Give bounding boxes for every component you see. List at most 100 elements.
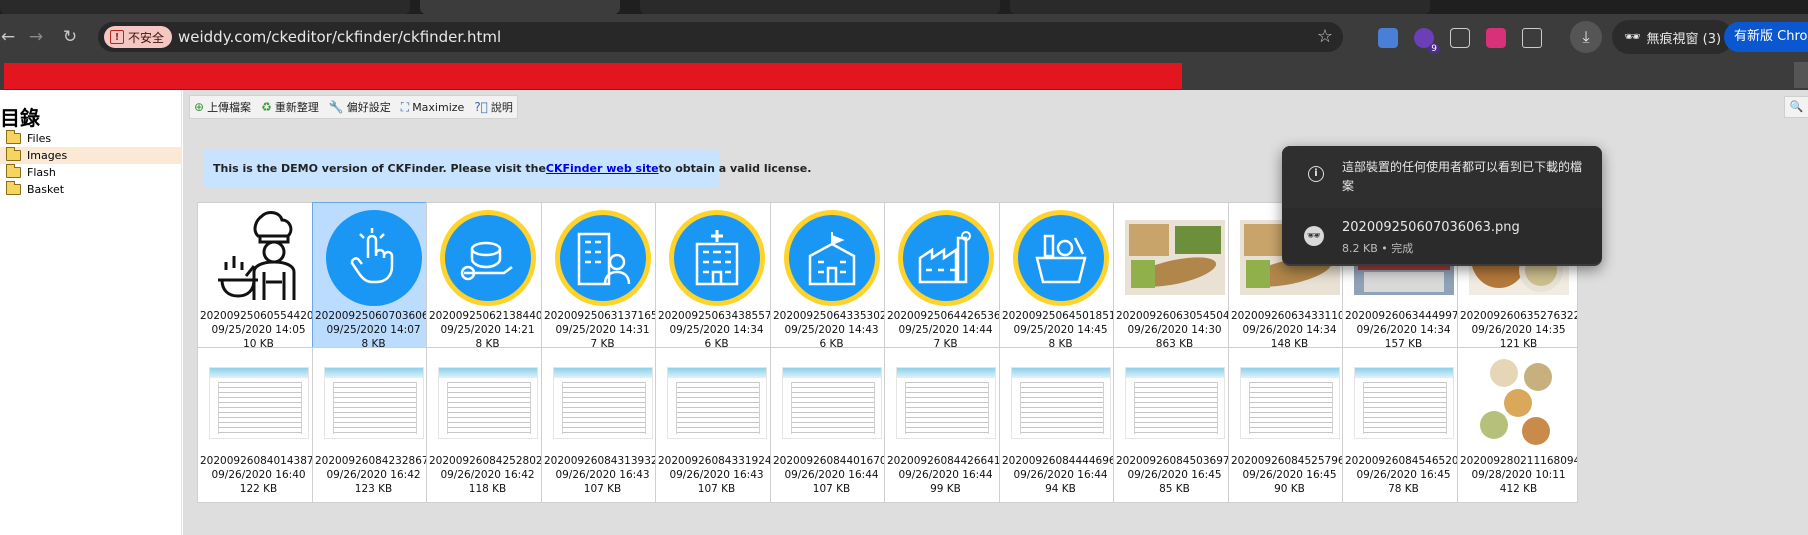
file-thumbnail bbox=[1353, 353, 1454, 452]
file-name: 202009250631371652. bbox=[544, 310, 661, 322]
download-item[interactable]: 🕶 202009250607036063.png 8.2 KB • 完成 bbox=[1282, 208, 1602, 264]
download-icon[interactable]: ⤓ bbox=[1570, 21, 1602, 53]
school-icon bbox=[783, 209, 880, 306]
reload-icon[interactable]: ↻ bbox=[58, 25, 82, 49]
file-name: 202009260630545041. bbox=[1116, 310, 1233, 322]
back-icon[interactable]: ← bbox=[0, 25, 20, 49]
file-date: 09/26/2020 16:42 bbox=[326, 469, 421, 481]
security-chip[interactable]: ! 不安全 bbox=[104, 26, 173, 48]
extension-icon[interactable] bbox=[1450, 28, 1470, 48]
update-button[interactable]: 有新版 Chrome bbox=[1724, 22, 1808, 52]
file-tile[interactable]: 202009280211168094.p 09/28/2020 10:11 412 … bbox=[1457, 347, 1578, 503]
file-name: 202009260845465207. bbox=[1345, 455, 1462, 467]
help-button[interactable]: ?⃝ 說明 bbox=[474, 99, 513, 115]
folder-icon bbox=[6, 147, 21, 161]
file-date: 09/26/2020 16:44 bbox=[784, 469, 879, 481]
file-size: 107 KB bbox=[697, 483, 736, 495]
browser-toolbar: ← → ↻ ! 不安全 weiddy.com/ckeditor/ckfinder… bbox=[0, 14, 1808, 60]
maximize-icon: ⛶ bbox=[400, 99, 410, 114]
file-tile[interactable]: 202009260840143877. 09/26/2020 16:40 122 K… bbox=[197, 347, 318, 503]
file-tile[interactable]: 202009250643353021. 09/25/2020 14:43 6 KB bbox=[770, 202, 891, 358]
file-name: 202009260635276322. bbox=[1460, 310, 1577, 322]
demo-notice: This is the DEMO version of CKFinder. Pl… bbox=[203, 149, 811, 187]
file-name: 202009260842528027. bbox=[429, 455, 546, 467]
maximize-label: Maximize bbox=[412, 100, 465, 114]
file-size: 94 KB bbox=[1045, 483, 1076, 495]
download-warning: i 這部裝置的任何使用者都可以看到已下載的檔案 bbox=[1282, 146, 1602, 208]
tap-hand-icon bbox=[325, 209, 422, 306]
file-tile[interactable]: 202009260630545041. 09/26/2020 14:30 863 K… bbox=[1113, 202, 1234, 358]
file-thumbnail bbox=[666, 208, 767, 307]
file-tile[interactable]: 202009250607036063. 09/25/2020 14:07 8 KB bbox=[312, 202, 433, 358]
file-name: 202009280211168094.p bbox=[1460, 455, 1577, 467]
bookmark-star-icon[interactable]: ☆ bbox=[1317, 26, 1333, 47]
file-tile[interactable]: 202009250634385570. 09/25/2020 14:34 6 KB bbox=[655, 202, 776, 358]
ckfinder-website-link[interactable]: CKFinder web site bbox=[546, 162, 659, 175]
file-name: 202009260844266416. bbox=[887, 455, 1004, 467]
file-date: 09/25/2020 14:34 bbox=[669, 324, 764, 336]
translate-extension-icon[interactable] bbox=[1378, 28, 1398, 48]
search-icon[interactable]: 🔍 bbox=[1784, 96, 1808, 118]
file-tile[interactable]: 202009250645018517. 09/25/2020 14:45 8 KB bbox=[999, 202, 1120, 358]
settings-button[interactable]: 🔧 偏好設定 bbox=[329, 99, 391, 115]
file-tile[interactable]: 202009260845257969. 09/26/2020 16:45 90 KB bbox=[1228, 347, 1349, 503]
file-tile[interactable]: 202009260845465207. 09/26/2020 16:45 78 KB bbox=[1342, 347, 1463, 503]
download-file-meta: 8.2 KB • 完成 bbox=[1342, 242, 1414, 255]
puzzle-icon[interactable] bbox=[1522, 28, 1542, 48]
help-label: 說明 bbox=[490, 101, 513, 114]
file-tile[interactable]: 202009260843139326. 09/26/2020 16:43 107 K… bbox=[541, 347, 662, 503]
forward-icon[interactable]: → bbox=[24, 25, 48, 49]
file-tile[interactable]: 202009250644265361. 09/25/2020 14:44 7 KB bbox=[884, 202, 1005, 358]
file-tile[interactable]: 202009260844446964. 09/26/2020 16:44 94 KB bbox=[999, 347, 1120, 503]
file-name: 202009250621384404. bbox=[429, 310, 546, 322]
file-tile[interactable]: 202009260845036974. 09/26/2020 16:45 85 KB bbox=[1113, 347, 1234, 503]
upload-button[interactable]: ⊕ 上傳檔案 bbox=[194, 99, 251, 115]
incognito-button[interactable]: 🕶 無痕視窗 (3) bbox=[1612, 20, 1734, 54]
document-thumbnail bbox=[1239, 366, 1340, 439]
extension-icon[interactable] bbox=[1486, 28, 1506, 48]
folder-item-images[interactable]: Images bbox=[0, 147, 182, 164]
file-thumbnail bbox=[1010, 353, 1111, 452]
folder-item-files[interactable]: Files bbox=[0, 130, 182, 147]
refresh-label: 重新整理 bbox=[274, 101, 319, 114]
file-name: 202009250607036063. bbox=[315, 310, 432, 322]
settings-label: 偏好設定 bbox=[346, 101, 391, 114]
folder-item-flash[interactable]: Flash bbox=[0, 164, 182, 181]
browser-tab-active[interactable] bbox=[420, 0, 620, 14]
file-tile[interactable]: 202009260842528027. 09/26/2020 16:42 118 K… bbox=[426, 347, 547, 503]
browser-tab[interactable] bbox=[1010, 0, 1430, 14]
file-tile[interactable]: 202009260843319243. 09/26/2020 16:43 107 K… bbox=[655, 347, 776, 503]
file-tile[interactable]: 202009260844016706. 09/26/2020 16:44 107 K… bbox=[770, 347, 891, 503]
file-thumbnail bbox=[208, 208, 309, 307]
file-date: 09/25/2020 14:44 bbox=[898, 324, 993, 336]
refresh-button[interactable]: ♻ 重新整理 bbox=[261, 99, 319, 115]
file-name: 202009250605544201. bbox=[200, 310, 317, 322]
file-thumbnail bbox=[781, 353, 882, 452]
file-thumbnail bbox=[1124, 208, 1225, 307]
bookmarks-overflow[interactable] bbox=[1794, 62, 1808, 88]
folder-item-basket[interactable]: Basket bbox=[0, 181, 182, 198]
browser-tab[interactable] bbox=[640, 0, 1000, 14]
file-tile[interactable]: 202009250631371652. 09/25/2020 14:31 7 KB bbox=[541, 202, 662, 358]
maximize-button[interactable]: ⛶ Maximize bbox=[401, 100, 465, 115]
file-date: 09/26/2020 16:45 bbox=[1242, 469, 1337, 481]
folder-label: Flash bbox=[27, 166, 56, 179]
browser-tab[interactable] bbox=[0, 0, 410, 14]
fish-meal-photo bbox=[1124, 220, 1225, 295]
document-thumbnail bbox=[666, 366, 767, 439]
notice-text: to obtain a valid license. bbox=[658, 161, 812, 175]
file-thumbnail bbox=[1124, 353, 1225, 452]
file-tile[interactable]: 202009250621384404. 09/25/2020 14:21 8 KB bbox=[426, 202, 547, 358]
file-thumbnail bbox=[666, 353, 767, 452]
file-date: 09/25/2020 14:07 bbox=[326, 324, 421, 336]
file-tile[interactable]: 202009260842328678. 09/26/2020 16:42 123 K… bbox=[312, 347, 433, 503]
address-bar[interactable]: ! 不安全 weiddy.com/ckeditor/ckfinder/ckfin… bbox=[98, 22, 1343, 52]
extension-badge: 9 bbox=[1428, 44, 1440, 54]
file-date: 09/26/2020 14:34 bbox=[1356, 324, 1451, 336]
extension-icon[interactable]: 9 bbox=[1414, 28, 1440, 54]
file-tile[interactable]: 202009250605544201. 09/25/2020 14:05 10 KB bbox=[197, 202, 318, 358]
file-size: 118 KB bbox=[468, 483, 507, 495]
url-text[interactable]: weiddy.com/ckeditor/ckfinder/ckfinder.ht… bbox=[178, 28, 501, 46]
file-tile[interactable]: 202009260844266416. 09/26/2020 16:44 99 KB bbox=[884, 347, 1005, 503]
file-size: 90 KB bbox=[1274, 483, 1305, 495]
